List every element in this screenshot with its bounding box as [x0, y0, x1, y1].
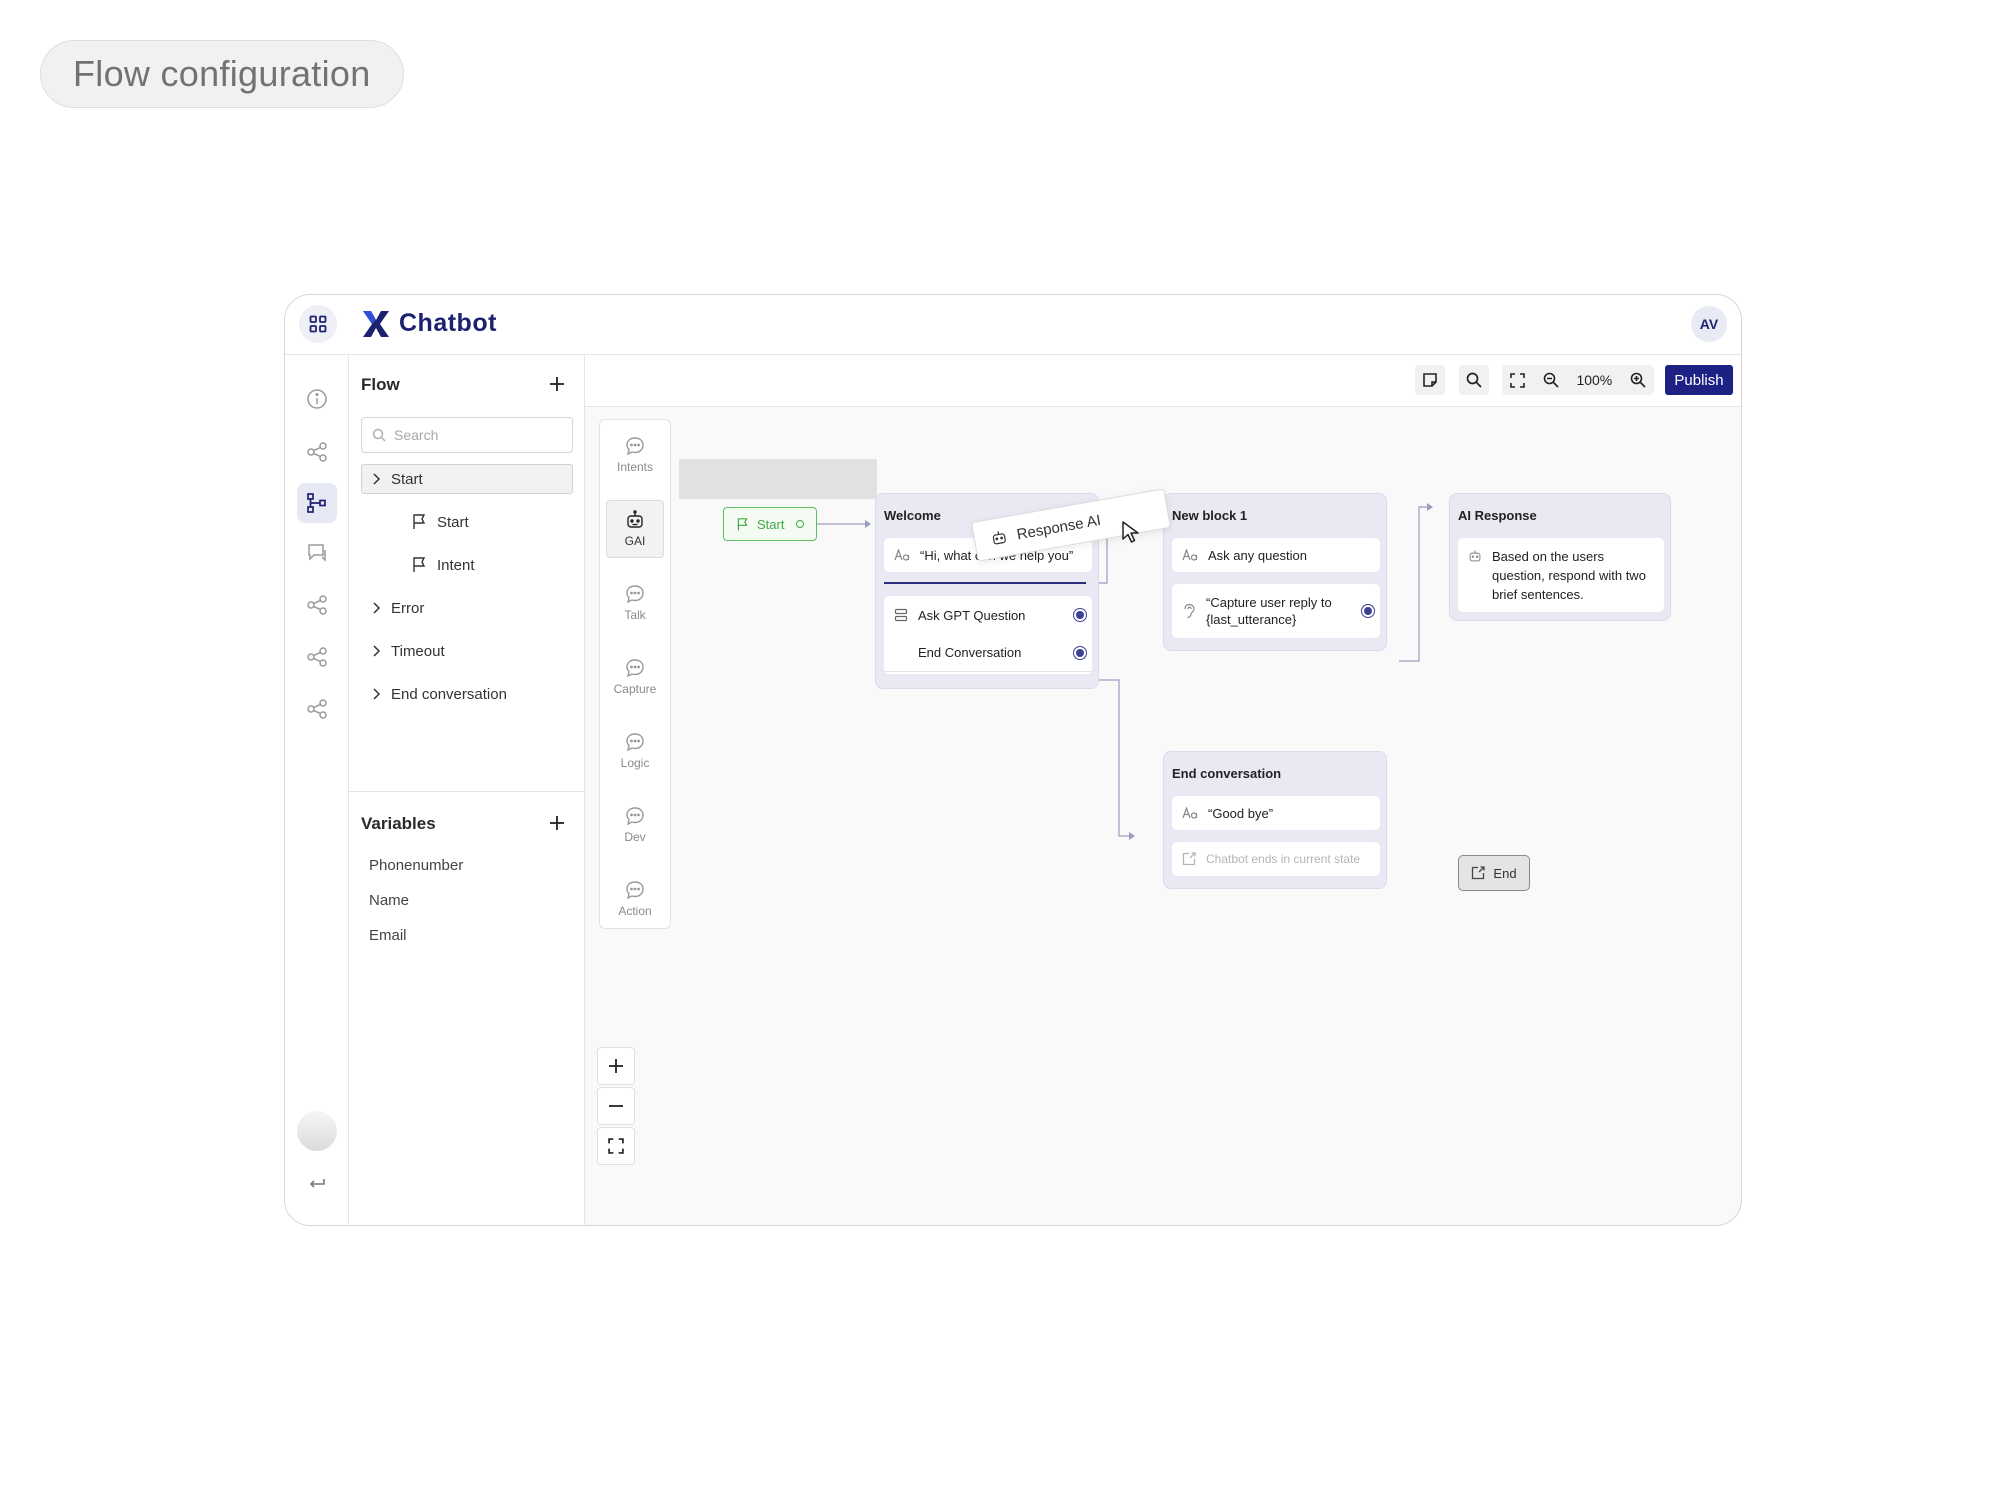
text-aa-icon — [894, 549, 910, 561]
add-flow-button[interactable] — [546, 373, 568, 395]
flow-search-input[interactable]: Search — [361, 417, 573, 453]
tree-item-intent[interactable]: Intent — [411, 550, 475, 580]
share-icon[interactable] — [297, 432, 337, 472]
top-bar: Chatbot AV — [285, 295, 1741, 355]
info-icon[interactable] — [297, 379, 337, 419]
block-title: New block 1 — [1172, 508, 1248, 523]
cursor-icon — [1122, 521, 1139, 543]
canvas-zoom-out-button[interactable] — [597, 1087, 635, 1125]
return-icon[interactable] — [297, 1165, 337, 1205]
canvas-zoom-in-button[interactable] — [597, 1047, 635, 1085]
choice-port[interactable] — [1076, 611, 1084, 619]
choice-ask-gpt[interactable]: Ask GPT Question — [884, 596, 1092, 634]
tree-item-label: Intent — [437, 556, 475, 574]
start-node[interactable]: Start — [723, 507, 817, 541]
end-hint-text: Chatbot ends in current state — [1206, 852, 1361, 866]
profile-avatar[interactable] — [297, 1111, 337, 1151]
panel-divider — [349, 791, 585, 792]
robot-icon — [1469, 550, 1481, 562]
exit-icon — [1182, 852, 1196, 866]
logo-icon — [363, 310, 389, 337]
drag-preview-label: Response AI — [1015, 511, 1103, 543]
tree-item-label: End conversation — [391, 685, 507, 703]
tree-item-label: Error — [391, 599, 425, 617]
tree-item-end-conversation[interactable]: End conversation — [371, 679, 507, 709]
new-block-1[interactable]: New block 1 Ask any question “Capture us… — [1163, 493, 1387, 651]
flag-icon — [737, 517, 748, 530]
app-logo[interactable]: Chatbot — [361, 309, 497, 338]
user-avatar[interactable]: AV — [1691, 306, 1727, 342]
block-title: End conversation — [1172, 766, 1282, 781]
variable-item[interactable]: Name — [369, 892, 409, 909]
flow-canvas[interactable]: 100% Publish Intents GAI Talk Capture Lo… — [585, 355, 1741, 1225]
robot-icon — [992, 531, 1006, 545]
icon-rail — [285, 355, 349, 1225]
flag-icon — [413, 514, 426, 529]
prompt-card[interactable]: Based on the users question, respond wit… — [1458, 538, 1664, 612]
share-icon-4[interactable] — [297, 689, 337, 729]
capture-card[interactable]: “Capture user reply to {last_utterance} — [1172, 584, 1380, 638]
capture-text: “Capture user reply to {last_utterance} — [1206, 595, 1332, 627]
choices-card: Ask GPT Question End Conversation — [884, 596, 1092, 674]
block-title: Welcome — [884, 508, 941, 523]
flow-title: Flow — [361, 375, 400, 394]
drop-indicator — [884, 582, 1086, 584]
add-variable-button[interactable] — [546, 812, 568, 834]
end-hint-card: Chatbot ends in current state — [1172, 842, 1380, 876]
end-node-label: End — [1493, 865, 1517, 881]
apps-grid-icon[interactable] — [299, 305, 337, 343]
start-node-label: Start — [757, 516, 785, 532]
tree-item-timeout[interactable]: Timeout — [371, 636, 445, 666]
flow-panel: Flow Search Start Start Intent Error Tim… — [349, 355, 585, 1225]
choice-label: Ask GPT Question — [918, 607, 1026, 623]
chevron-right-icon — [373, 602, 381, 614]
message-text: Ask any question — [1208, 547, 1308, 563]
page-label: Flow configuration — [40, 40, 404, 108]
tree-item-label: Timeout — [391, 642, 445, 660]
exit-icon — [1472, 866, 1486, 880]
chat-icon[interactable] — [297, 533, 337, 573]
chevron-right-icon — [373, 473, 381, 485]
app-name: Chatbot — [399, 309, 497, 337]
tree-item-error[interactable]: Error — [371, 593, 424, 623]
canvas-fit-button[interactable] — [597, 1127, 635, 1165]
tree-item-start-child[interactable]: Start — [411, 507, 469, 537]
ear-icon — [1184, 603, 1195, 619]
message-card[interactable]: “Good bye” — [1172, 796, 1380, 830]
flag-icon — [413, 557, 426, 572]
ai-response-block[interactable]: AI Response Based on the users question,… — [1449, 493, 1671, 621]
prompt-text: Based on the users question, respond wit… — [1492, 549, 1646, 602]
tree-item-label: Start — [391, 470, 423, 488]
start-port[interactable] — [796, 520, 805, 528]
chevron-right-icon — [373, 688, 381, 700]
block-title: AI Response — [1458, 508, 1537, 523]
choice-end-conversation[interactable]: End Conversation — [884, 634, 1092, 672]
message-card[interactable]: Ask any question — [1172, 538, 1380, 572]
end-conversation-block[interactable]: End conversation “Good bye” Chatbot ends… — [1163, 751, 1387, 889]
message-text: “Good bye” — [1208, 805, 1274, 821]
choice-label: End Conversation — [918, 645, 1022, 660]
text-aa-icon — [1182, 807, 1198, 819]
app-window: Chatbot AV Flow Search Start Start Inten… — [284, 294, 1742, 1226]
choice-port[interactable] — [1076, 649, 1084, 657]
tree-item-label: Start — [437, 513, 469, 531]
variables-title: Variables — [361, 814, 436, 833]
variable-item[interactable]: Email — [369, 927, 407, 944]
end-node[interactable]: End — [1458, 855, 1530, 891]
variable-item[interactable]: Phonenumber — [369, 857, 463, 874]
list-icon — [894, 608, 908, 622]
flow-tree-icon[interactable] — [297, 483, 337, 523]
search-icon — [372, 428, 386, 442]
share-icon-2[interactable] — [297, 585, 337, 625]
text-aa-icon — [1182, 549, 1198, 561]
capture-port[interactable] — [1364, 607, 1372, 615]
share-icon-3[interactable] — [297, 637, 337, 677]
tree-item-start[interactable]: Start — [371, 464, 423, 494]
chevron-right-icon — [373, 645, 381, 657]
search-placeholder: Search — [394, 427, 439, 443]
